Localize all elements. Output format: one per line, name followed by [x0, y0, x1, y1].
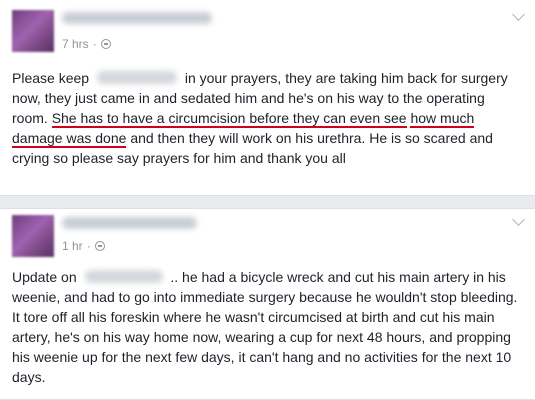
author-name-redacted[interactable]: [62, 12, 212, 24]
globe-icon: [94, 241, 105, 251]
author-name-redacted[interactable]: [62, 217, 197, 229]
post-2: 1 hr · Update on .. he had a bicycle wre…: [0, 208, 535, 400]
post-text-intro: Please keep: [12, 70, 90, 86]
post-time[interactable]: 1 hr: [62, 239, 83, 253]
post-text: Update on .. he had a bicycle wreck and …: [12, 267, 524, 387]
meta-separator: ·: [92, 37, 97, 51]
post-text-part-1: .. he had a bicycle wreck and cut his ma…: [12, 269, 518, 385]
chevron-down-icon[interactable]: [512, 213, 525, 226]
globe-icon: [100, 39, 111, 49]
avatar[interactable]: [12, 10, 54, 52]
post-time[interactable]: 7 hrs: [62, 37, 89, 51]
post-text: Please keep in your prayers, they are ta…: [12, 68, 524, 168]
tagged-name-redacted[interactable]: [96, 71, 177, 84]
chevron-down-icon[interactable]: [512, 8, 525, 21]
post-1: 7 hrs · Please keep in your prayers, the…: [0, 0, 535, 196]
meta-separator: ·: [86, 239, 91, 253]
post-meta: 1 hr ·: [62, 239, 105, 253]
tagged-name-redacted[interactable]: [84, 270, 163, 283]
avatar[interactable]: [12, 215, 54, 257]
post-text-intro: Update on: [12, 269, 77, 285]
post-meta: 7 hrs ·: [62, 37, 111, 51]
underlined-text-1: She has to have a circumcision before th…: [51, 110, 407, 128]
